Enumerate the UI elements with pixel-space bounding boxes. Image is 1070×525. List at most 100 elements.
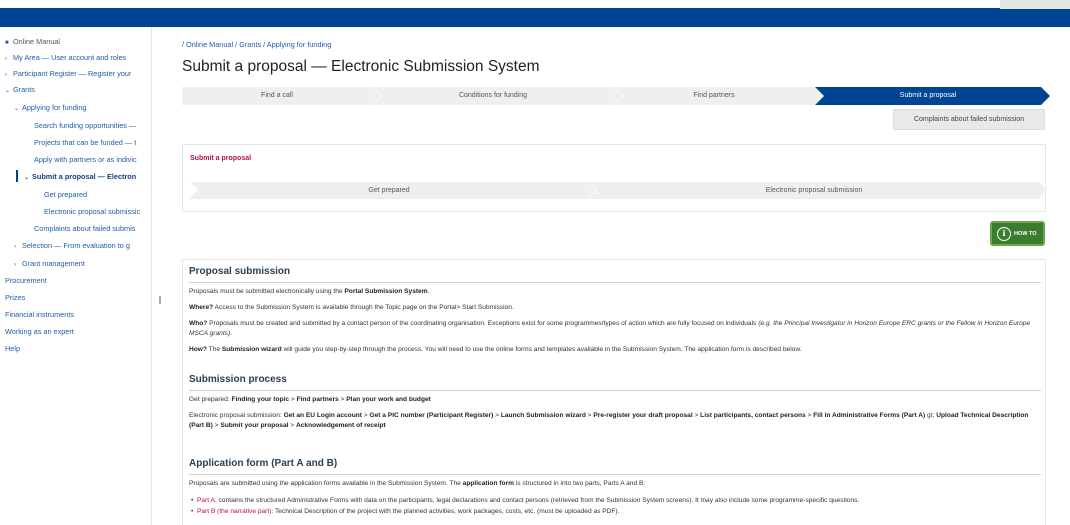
text: contains the structured Administrative F… xyxy=(216,497,860,504)
text-bold: Submission wizard xyxy=(221,346,282,353)
link-part-a[interactable]: Part A: xyxy=(197,497,217,504)
submit-proposal-panel: Submit a proposal Get prepared Electroni… xyxy=(182,144,1047,212)
text-bold: Who? xyxy=(189,320,208,327)
chevron-right-icon: › xyxy=(5,72,7,78)
page-title: Submit a proposal — Electronic Submissio… xyxy=(182,58,540,75)
sidebar-item-electronic-submission[interactable]: Electronic proposal submissic xyxy=(44,207,140,216)
text-bold: Submit your proposal xyxy=(220,422,289,429)
text-bold: List participants, contact persons xyxy=(700,412,806,419)
heading-proposal-submission: Proposal submission xyxy=(189,266,291,277)
text-bold: Launch Submission wizard xyxy=(500,412,586,419)
sidebar-item-label: Submit a proposal — Electron xyxy=(32,172,137,181)
text: Proposals are submitted using the applic… xyxy=(189,480,463,487)
sidebar-resize-handle[interactable] xyxy=(159,296,161,304)
text-bold: Find partners xyxy=(296,396,339,403)
text-bold: Where? xyxy=(189,304,214,311)
header-brand-band xyxy=(0,8,1070,27)
chevron-down-icon: ⌄ xyxy=(24,175,30,181)
text: Technical Description of the project wit… xyxy=(273,508,620,515)
sidebar-item-label: Grants xyxy=(13,85,35,94)
text-bold: application form xyxy=(462,480,514,487)
sidebar-item-get-prepared[interactable]: Get prepared xyxy=(44,190,87,199)
text: Electronic proposal submission: xyxy=(189,412,284,419)
step-conditions-for-funding[interactable]: Conditions for funding xyxy=(373,87,622,105)
sidebar-item-submit-proposal[interactable]: ⌄ Submit a proposal — Electron xyxy=(24,172,136,181)
sidebar-item-online-manual[interactable]: ■ Online Manual xyxy=(5,37,60,46)
info-icon: i xyxy=(997,227,1011,241)
paragraph-portal-submission: Proposals must be submitted electronical… xyxy=(189,287,1041,297)
sidebar-active-indicator xyxy=(16,170,18,182)
text-bold: How? xyxy=(189,346,207,353)
paragraph-where: Where? Access to the Submission System i… xyxy=(189,303,1041,313)
step-find-a-call[interactable]: Find a call xyxy=(182,87,381,105)
sidebar-item-participant-register[interactable]: › Participant Register — Register your xyxy=(5,69,131,78)
sidebar-item-apply-with-partners[interactable]: Apply with partners or as indivic xyxy=(34,155,137,164)
chevron-right-icon: › xyxy=(14,262,16,268)
sidebar-item-label: Grant management xyxy=(22,259,85,268)
heading-application-form: Application form (Part A and B) xyxy=(189,458,338,469)
heading-divider xyxy=(189,390,1041,391)
text: Proposals must be submitted electronical… xyxy=(189,288,345,295)
text-bold: Plan your work and budget xyxy=(346,396,431,403)
complaints-button[interactable]: Complaints about failed submission xyxy=(893,109,1045,130)
sub-panel-title: Submit a proposal xyxy=(190,155,252,162)
text-bold: Finding your topic xyxy=(231,396,290,403)
sidebar-item-search-funding[interactable]: Search funding opportunities — xyxy=(34,121,136,130)
sidebar-item-working-as-expert[interactable]: Working as an expert xyxy=(5,327,74,336)
substep-electronic-submission[interactable]: Electronic proposal submission xyxy=(589,182,1047,199)
breadcrumb[interactable]: / Online Manual / Grants / Applying for … xyxy=(182,40,331,49)
text: . xyxy=(427,288,430,295)
chevron-right-icon: › xyxy=(5,56,7,62)
text: > xyxy=(288,422,296,429)
sidebar-item-label: Participant Register — Register your xyxy=(13,69,132,78)
book-icon: ■ xyxy=(5,40,9,46)
sidebar-item-prizes[interactable]: Prizes xyxy=(5,293,25,302)
paragraph-application-form: Proposals are submitted using the applic… xyxy=(189,479,1041,489)
top-header-bar xyxy=(0,0,1070,27)
paragraph-who: Who? Proposals must be created and submi… xyxy=(189,319,1041,339)
header-user-area[interactable] xyxy=(1000,0,1070,9)
step-find-partners[interactable]: Find partners xyxy=(614,87,823,105)
sidebar-item-projects-funded[interactable]: Projects that can be funded — t xyxy=(34,138,136,147)
text: gt; xyxy=(925,412,937,419)
text: . xyxy=(230,330,233,337)
text: Get prepared: xyxy=(189,396,232,403)
chevron-down-icon: ⌄ xyxy=(14,106,20,112)
text-bold: Portal Submission System xyxy=(344,288,428,295)
sidebar-item-help[interactable]: Help xyxy=(5,344,20,353)
list-item-part-b: Part B (the narrative part): Technical D… xyxy=(191,508,1041,515)
sidebar-item-label: Selection — From evaluation to g xyxy=(22,241,130,250)
sidebar-item-financial-instruments[interactable]: Financial instruments xyxy=(5,310,74,319)
text: The xyxy=(206,346,222,353)
link-part-b[interactable]: Part B (the narrative part): xyxy=(197,508,273,515)
howto-label: HOW TO xyxy=(1014,231,1037,237)
list-item-part-a: Part A: contains the structured Administ… xyxy=(191,497,1041,504)
text: is structured in into two parts, Parts A… xyxy=(513,480,646,487)
chevron-down-icon: ⌄ xyxy=(5,88,11,94)
paragraph-get-prepared-steps: Get prepared: Finding your topic > Find … xyxy=(189,395,1041,405)
step-submit-a-proposal[interactable]: Submit a proposal xyxy=(815,87,1050,105)
text-bold: Pre-register your draft proposal xyxy=(593,412,693,419)
article-content: Proposal submission Proposals must be su… xyxy=(182,259,1046,525)
text: > xyxy=(493,412,501,419)
chevron-right-icon: › xyxy=(14,244,16,250)
sidebar-item-grants[interactable]: ⌄ Grants xyxy=(5,85,35,94)
sidebar-navigation: ■ Online Manual › My Area — User account a… xyxy=(0,27,152,525)
sidebar-item-my-area[interactable]: › My Area — User account and roles xyxy=(5,53,126,62)
paragraph-how: How? The Submission wizard will guide yo… xyxy=(189,345,1041,355)
sidebar-item-complaints[interactable]: Complaints about failed submis xyxy=(34,224,135,233)
text-bold: Get a PIC number (Participant Register) xyxy=(369,412,494,419)
heading-divider xyxy=(189,474,1041,475)
text: Access to the Submission System is avail… xyxy=(213,304,514,311)
sidebar-item-label: Online Manual xyxy=(13,37,61,46)
sidebar-item-selection[interactable]: › Selection — From evaluation to g xyxy=(14,241,130,250)
sidebar-item-procurement[interactable]: Procurement xyxy=(5,276,47,285)
sidebar-item-applying-for-funding[interactable]: ⌄ Applying for funding xyxy=(14,103,87,112)
howto-button[interactable]: i HOW TO xyxy=(990,221,1045,246)
sidebar-item-label: Applying for funding xyxy=(22,103,87,112)
sidebar-item-grant-management[interactable]: › Grant management xyxy=(14,259,85,268)
sidebar-item-label: My Area — User account and roles xyxy=(13,53,127,62)
text: > xyxy=(289,396,297,403)
text: Proposals must be created and submitted … xyxy=(207,320,759,327)
substep-get-prepared[interactable]: Get prepared xyxy=(190,182,596,199)
